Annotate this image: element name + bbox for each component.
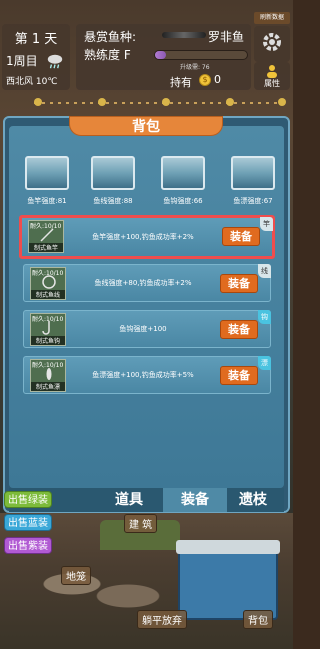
- backpack-panel: 鱼竿强度:81 鱼线强度:88 鱼钩强度:66 鱼漂强度:67 耐久:10/10…: [3, 116, 290, 513]
- sell-blue-button[interactable]: 出售蓝装: [4, 514, 52, 531]
- backpack-title: 背包: [69, 116, 223, 136]
- person-icon: [267, 65, 277, 78]
- float-strength-label: 鱼漂强度:67: [233, 197, 273, 205]
- timeline-dot: [278, 98, 286, 106]
- item-name: 制式鱼钩: [31, 336, 65, 345]
- bounty-fish-icon: [162, 32, 206, 38]
- backpack-content: 鱼竿强度:81 鱼线强度:88 鱼钩强度:66 鱼漂强度:67 耐久:10/10…: [9, 126, 284, 488]
- build-button[interactable]: 建 筑: [124, 514, 158, 533]
- timeline-dot: [162, 98, 170, 106]
- item-fishing-line[interactable]: 耐久:10/10 制式鱼线 鱼线强度+80,钓鱼成功率+2% 装备 线: [23, 264, 271, 302]
- item-thumbnail: 耐久:10/10 制式鱼漂: [30, 359, 66, 392]
- item-fishing-float[interactable]: 耐久:10/10 制式鱼漂 鱼漂强度+100,钓鱼成功率+5% 装备 漂: [23, 356, 271, 394]
- attributes-button[interactable]: 属性: [254, 62, 290, 90]
- item-thumbnail: 耐久:10/10 制式鱼竿: [28, 220, 64, 253]
- rod-strength-label: 鱼竿强度:81: [27, 197, 67, 205]
- timeline-dot: [98, 98, 106, 106]
- item-description: 鱼线强度+80,钓鱼成功率+2%: [94, 279, 192, 287]
- skill-label: 熟练度 F: [84, 48, 131, 62]
- bag-button[interactable]: 背包: [243, 610, 273, 629]
- bounty-panel: 悬赏鱼种: 罗非鱼 熟练度 F 升级需: 76 持有 $ 0: [76, 24, 251, 90]
- refresh-data-button[interactable]: 刷新数据: [254, 12, 290, 24]
- item-name: 制式鱼线: [31, 290, 65, 299]
- line-slot[interactable]: [91, 156, 135, 190]
- item-fishing-rod[interactable]: 耐久:10/10 制式鱼竿 鱼竿强度+100,钓鱼成功率+2% 装备 竿: [19, 215, 275, 259]
- rain-cloud-icon: [47, 54, 63, 69]
- tab-relics[interactable]: 遗枝: [221, 488, 285, 512]
- equip-button[interactable]: 装备: [220, 366, 258, 385]
- hold-label: 持有: [170, 76, 192, 89]
- rod-slot[interactable]: [25, 156, 69, 190]
- sell-green-button[interactable]: 出售绿装: [4, 491, 52, 508]
- equip-button[interactable]: 装备: [222, 227, 260, 246]
- tab-props[interactable]: 道具: [89, 488, 169, 512]
- week-label: 1周目: [6, 54, 38, 68]
- item-type-badge: 线: [258, 264, 271, 278]
- give-up-button[interactable]: 躺平放弃: [137, 610, 187, 629]
- fishing-float-icon: [46, 368, 52, 380]
- fish-cage-button[interactable]: 地笼: [61, 566, 91, 585]
- equip-button[interactable]: 装备: [220, 274, 258, 293]
- coin-count: 0: [214, 73, 221, 86]
- item-type-badge: 竿: [260, 217, 273, 231]
- tab-equipment[interactable]: 装备: [163, 488, 227, 512]
- item-thumbnail: 耐久:10/10 制式鱼钩: [30, 313, 66, 346]
- item-name: 制式鱼竿: [29, 243, 63, 252]
- attributes-label: 属性: [264, 79, 280, 88]
- timeline-dot: [226, 98, 234, 106]
- line-strength-label: 鱼线强度:88: [93, 197, 133, 205]
- bounty-label: 悬赏鱼种:: [84, 30, 137, 44]
- equip-button[interactable]: 装备: [220, 320, 258, 339]
- day-info-panel: 第 1 天 1周目 西北风 10℃: [2, 24, 70, 90]
- day-timeline: [34, 98, 288, 106]
- bounty-fish-name: 罗非鱼: [208, 30, 245, 44]
- coin-icon: $: [199, 74, 211, 86]
- fishing-line-icon: [42, 275, 56, 289]
- item-thumbnail: 耐久:10/10 制式鱼线: [30, 267, 66, 300]
- timeline-dot: [34, 98, 42, 106]
- item-description: 鱼竿强度+100,钓鱼成功率+2%: [92, 233, 194, 241]
- item-description: 鱼漂强度+100,钓鱼成功率+5%: [92, 371, 194, 379]
- next-level-label: 升级需: 76: [180, 64, 210, 71]
- item-type-badge: 钩: [258, 310, 271, 324]
- top-hud: 第 1 天 1周目 西北风 10℃ 悬赏鱼种: 罗非鱼 熟练度 F 升级需: 7…: [0, 0, 293, 106]
- settings-button[interactable]: [254, 26, 290, 62]
- equipment-slots: 鱼竿强度:81 鱼线强度:88 鱼钩强度:66 鱼漂强度:67: [19, 156, 275, 208]
- skill-progress-bar: [154, 50, 248, 60]
- item-name: 制式鱼漂: [31, 382, 65, 391]
- day-label: 第 1 天: [14, 32, 58, 47]
- item-type-badge: 漂: [258, 356, 271, 370]
- hook-slot[interactable]: [161, 156, 205, 190]
- item-fishing-hook[interactable]: 耐久:10/10 制式鱼钩 鱼钩强度+100 装备 钩: [23, 310, 271, 348]
- fishing-hook-icon: [42, 321, 50, 335]
- hook-strength-label: 鱼钩强度:66: [163, 197, 203, 205]
- weather-label: 西北风 10℃: [6, 77, 58, 87]
- gear-icon: [263, 33, 281, 51]
- fishing-rod-icon: [40, 228, 54, 242]
- float-slot[interactable]: [231, 156, 275, 190]
- sell-purple-button[interactable]: 出售紫装: [4, 537, 52, 554]
- item-description: 鱼钩强度+100: [119, 325, 167, 333]
